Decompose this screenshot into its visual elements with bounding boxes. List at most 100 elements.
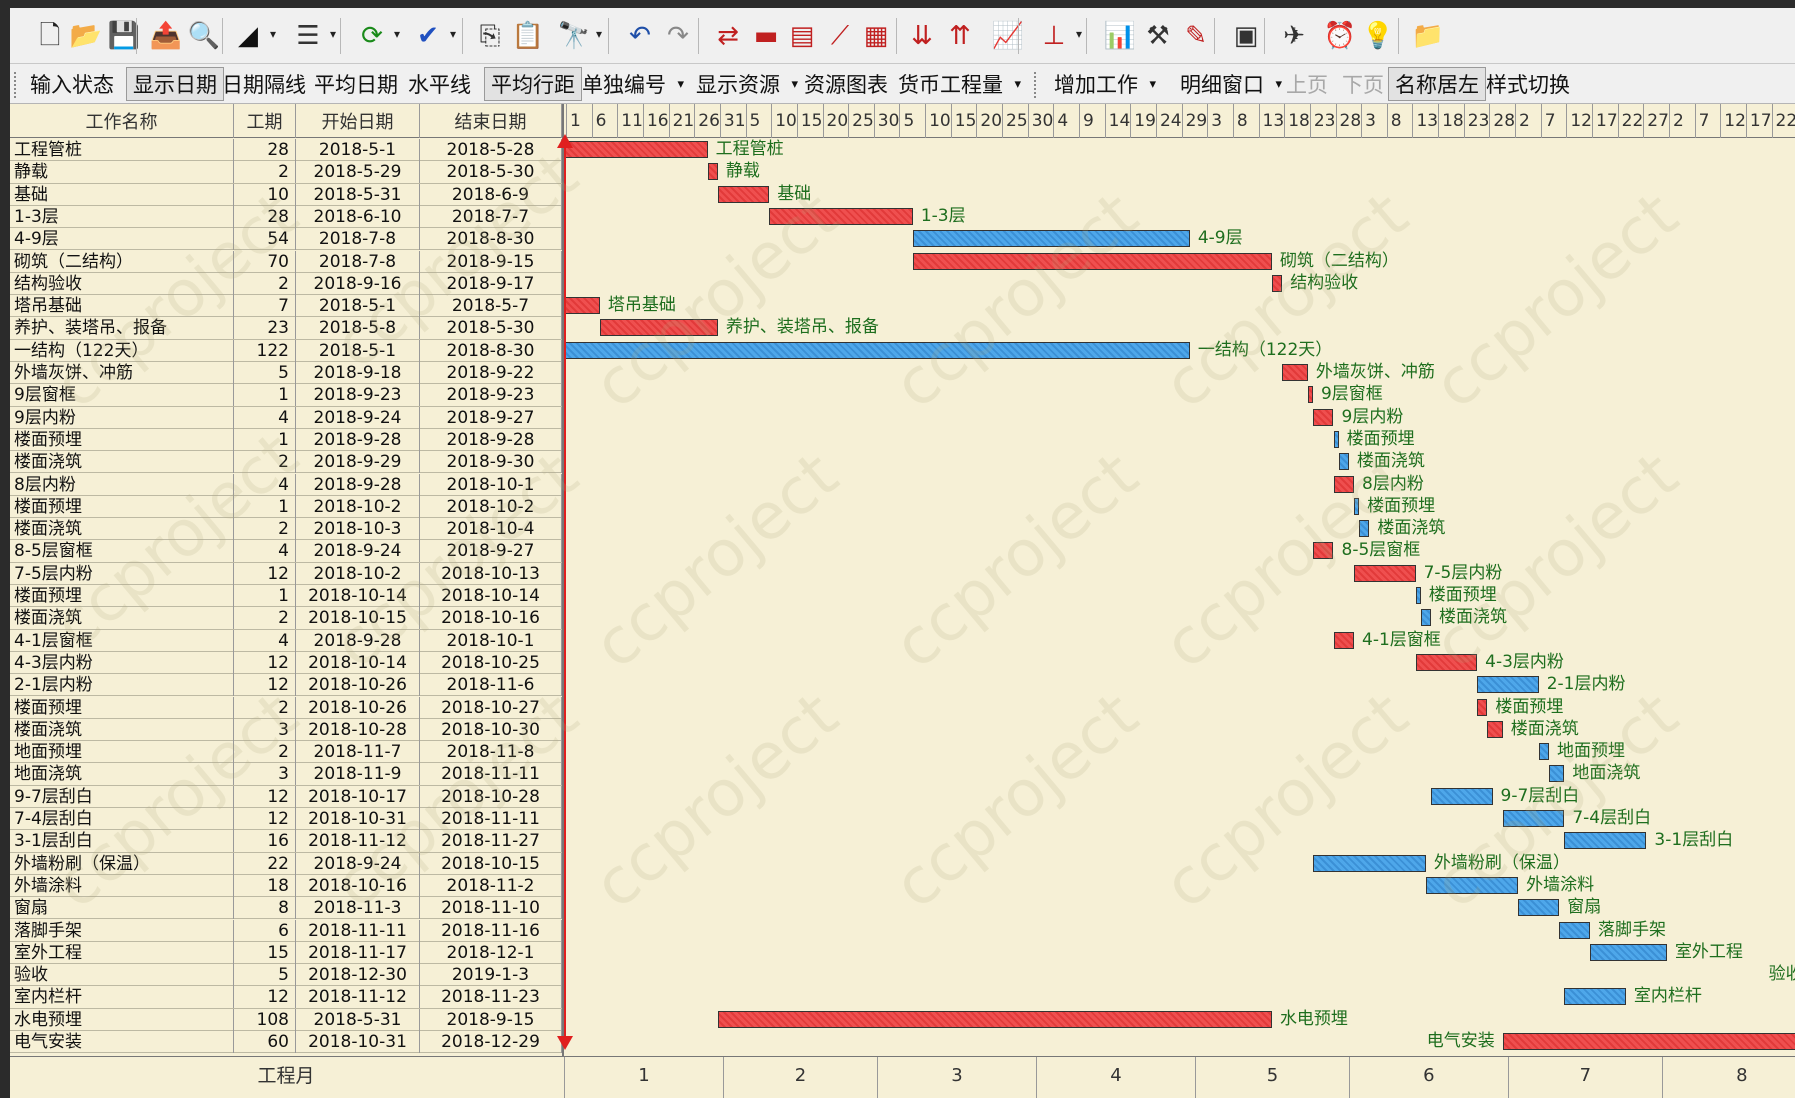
task-bar[interactable]: [1312, 408, 1334, 426]
horizontal-line-button[interactable]: 水平线: [402, 67, 477, 101]
name-align-left-button[interactable]: 名称居左: [1388, 67, 1486, 101]
task-duration-cell[interactable]: 8: [234, 897, 296, 920]
task-start-cell[interactable]: 2018-10-26: [296, 674, 420, 697]
style-switch-button[interactable]: 样式切换: [1480, 67, 1576, 101]
task-name-cell[interactable]: 4-3层内粉: [10, 651, 234, 674]
task-bar[interactable]: [1502, 1033, 1795, 1050]
task-name-cell[interactable]: 楼面浇筑: [10, 451, 234, 474]
task-name-cell[interactable]: 1-3层: [10, 205, 234, 228]
table-row[interactable]: 静载 2 2018-5-29 2018-5-30: [10, 161, 562, 184]
toolbar-grip-secondary[interactable]: [1034, 72, 1038, 98]
task-duration-cell[interactable]: 28: [234, 139, 296, 161]
line-icon[interactable]: ⟋: [822, 16, 858, 56]
task-end-cell[interactable]: 2018-9-22: [420, 362, 562, 384]
add-task-dropdown[interactable]: 增加工作: [1048, 67, 1160, 101]
show-date-button[interactable]: 显示日期: [126, 67, 224, 101]
task-duration-cell[interactable]: 6: [234, 919, 296, 942]
task-bar[interactable]: [1307, 386, 1313, 404]
fill-icon[interactable]: ◢: [230, 16, 276, 56]
task-end-cell[interactable]: 2019-1-3: [420, 964, 562, 987]
link-icon[interactable]: ⇄: [710, 16, 746, 56]
show-resources-dropdown[interactable]: 显示资源: [690, 67, 802, 101]
task-name-cell[interactable]: 2-1层内粉: [10, 674, 234, 697]
task-duration-cell[interactable]: 5: [234, 964, 296, 987]
task-bar[interactable]: [1333, 631, 1355, 649]
arrange-icon[interactable]: ⇊: [904, 16, 940, 56]
find-icon[interactable]: 🔭: [556, 16, 602, 56]
average-row-spacing-button[interactable]: 平均行距: [484, 67, 582, 101]
task-bar[interactable]: [1564, 988, 1626, 1006]
task-end-cell[interactable]: 2018-12-29: [420, 1031, 562, 1053]
task-name-cell[interactable]: 窗扇: [10, 897, 234, 920]
toolbar-grip[interactable]: [14, 72, 18, 98]
task-duration-cell[interactable]: 15: [234, 941, 296, 964]
task-start-cell[interactable]: 2018-11-17: [296, 941, 420, 964]
task-duration-cell[interactable]: 12: [234, 562, 296, 585]
task-bar[interactable]: [717, 185, 770, 203]
table-icon[interactable]: ▤: [784, 16, 820, 56]
indent-icon[interactable]: ☰: [290, 16, 336, 56]
average-date-button[interactable]: 平均日期: [308, 67, 404, 101]
task-duration-cell[interactable]: 1: [234, 585, 296, 607]
task-bar[interactable]: [1518, 899, 1560, 917]
task-start-cell[interactable]: 2018-11-12: [296, 986, 420, 1009]
next-page-button[interactable]: 下页: [1336, 67, 1390, 101]
alarm-icon[interactable]: ⏰: [1322, 16, 1358, 56]
task-start-cell[interactable]: 2018-9-28: [296, 473, 420, 496]
task-bar[interactable]: [1477, 676, 1539, 694]
table-row[interactable]: 落脚手架 6 2018-11-11 2018-11-16: [10, 919, 562, 942]
task-name-cell[interactable]: 楼面预埋: [10, 696, 234, 719]
redo-icon[interactable]: ↷: [660, 16, 696, 56]
separate-numbering-dropdown[interactable]: 单独编号: [576, 67, 688, 101]
input-state-button[interactable]: 输入状态: [24, 67, 120, 101]
task-end-cell[interactable]: 2018-11-23: [420, 986, 562, 1009]
task-name-cell[interactable]: 验收: [10, 964, 234, 987]
task-name-cell[interactable]: 工程管桩: [10, 139, 234, 161]
task-start-cell[interactable]: 2018-5-29: [296, 161, 420, 184]
task-end-cell[interactable]: 2018-10-25: [420, 651, 562, 674]
task-duration-cell[interactable]: 122: [234, 339, 296, 362]
task-bar[interactable]: [717, 1010, 1272, 1028]
task-bar[interactable]: [1559, 921, 1590, 939]
currency-quantity-dropdown[interactable]: 货币工程量: [892, 67, 1025, 101]
note-icon[interactable]: ✎: [1178, 16, 1214, 56]
align-icon[interactable]: ⊥: [1036, 16, 1082, 56]
paste-icon[interactable]: 📋: [510, 16, 546, 56]
task-end-cell[interactable]: 2018-10-1: [420, 629, 562, 652]
header-duration[interactable]: 工期: [234, 104, 296, 138]
task-bar[interactable]: [1538, 743, 1549, 761]
task-duration-cell[interactable]: 23: [234, 317, 296, 340]
task-name-cell[interactable]: 9层内粉: [10, 406, 234, 429]
copy-icon[interactable]: ⎘: [472, 16, 508, 56]
task-start-cell[interactable]: 2018-5-31: [296, 183, 420, 206]
table-row[interactable]: 2-1层内粉 12 2018-10-26 2018-11-6: [10, 674, 562, 697]
gantt-bar-icon[interactable]: ▬: [748, 16, 784, 56]
task-end-cell[interactable]: 2018-11-10: [420, 897, 562, 920]
export-icon[interactable]: 📤: [148, 16, 184, 56]
header-start-date[interactable]: 开始日期: [296, 104, 420, 138]
task-end-cell[interactable]: 2018-8-30: [420, 339, 562, 362]
table-row[interactable]: 室外工程 15 2018-11-17 2018-12-1: [10, 941, 562, 965]
task-end-cell[interactable]: 2018-11-16: [420, 919, 562, 942]
task-duration-cell[interactable]: 12: [234, 651, 296, 674]
task-start-cell[interactable]: 2018-11-11: [296, 919, 420, 942]
task-bar[interactable]: [1354, 564, 1416, 582]
task-bar[interactable]: [564, 297, 600, 315]
export2-icon[interactable]: 📁: [1410, 16, 1446, 56]
task-start-cell[interactable]: 2018-9-28: [296, 428, 420, 451]
task-start-cell[interactable]: 2018-6-10: [296, 205, 420, 228]
task-bar[interactable]: [707, 163, 718, 181]
detail-window-dropdown[interactable]: 明细窗口: [1174, 67, 1286, 101]
task-start-cell[interactable]: 2018-10-28: [296, 718, 420, 741]
header-end-date[interactable]: 结束日期: [420, 104, 562, 138]
resource-chart-button[interactable]: 资源图表: [798, 67, 894, 101]
task-start-cell[interactable]: 2018-5-31: [296, 1008, 420, 1031]
task-duration-cell[interactable]: 5: [234, 362, 296, 384]
network-icon[interactable]: ▦: [858, 16, 894, 56]
task-name-cell[interactable]: 室外工程: [10, 941, 234, 964]
task-bar[interactable]: [1282, 364, 1308, 381]
task-duration-cell[interactable]: 22: [234, 852, 296, 875]
task-name-cell[interactable]: 楼面预埋: [10, 428, 234, 451]
task-end-cell[interactable]: 2018-12-1: [420, 941, 562, 964]
calendar-icon[interactable]: ▣: [1228, 16, 1264, 56]
